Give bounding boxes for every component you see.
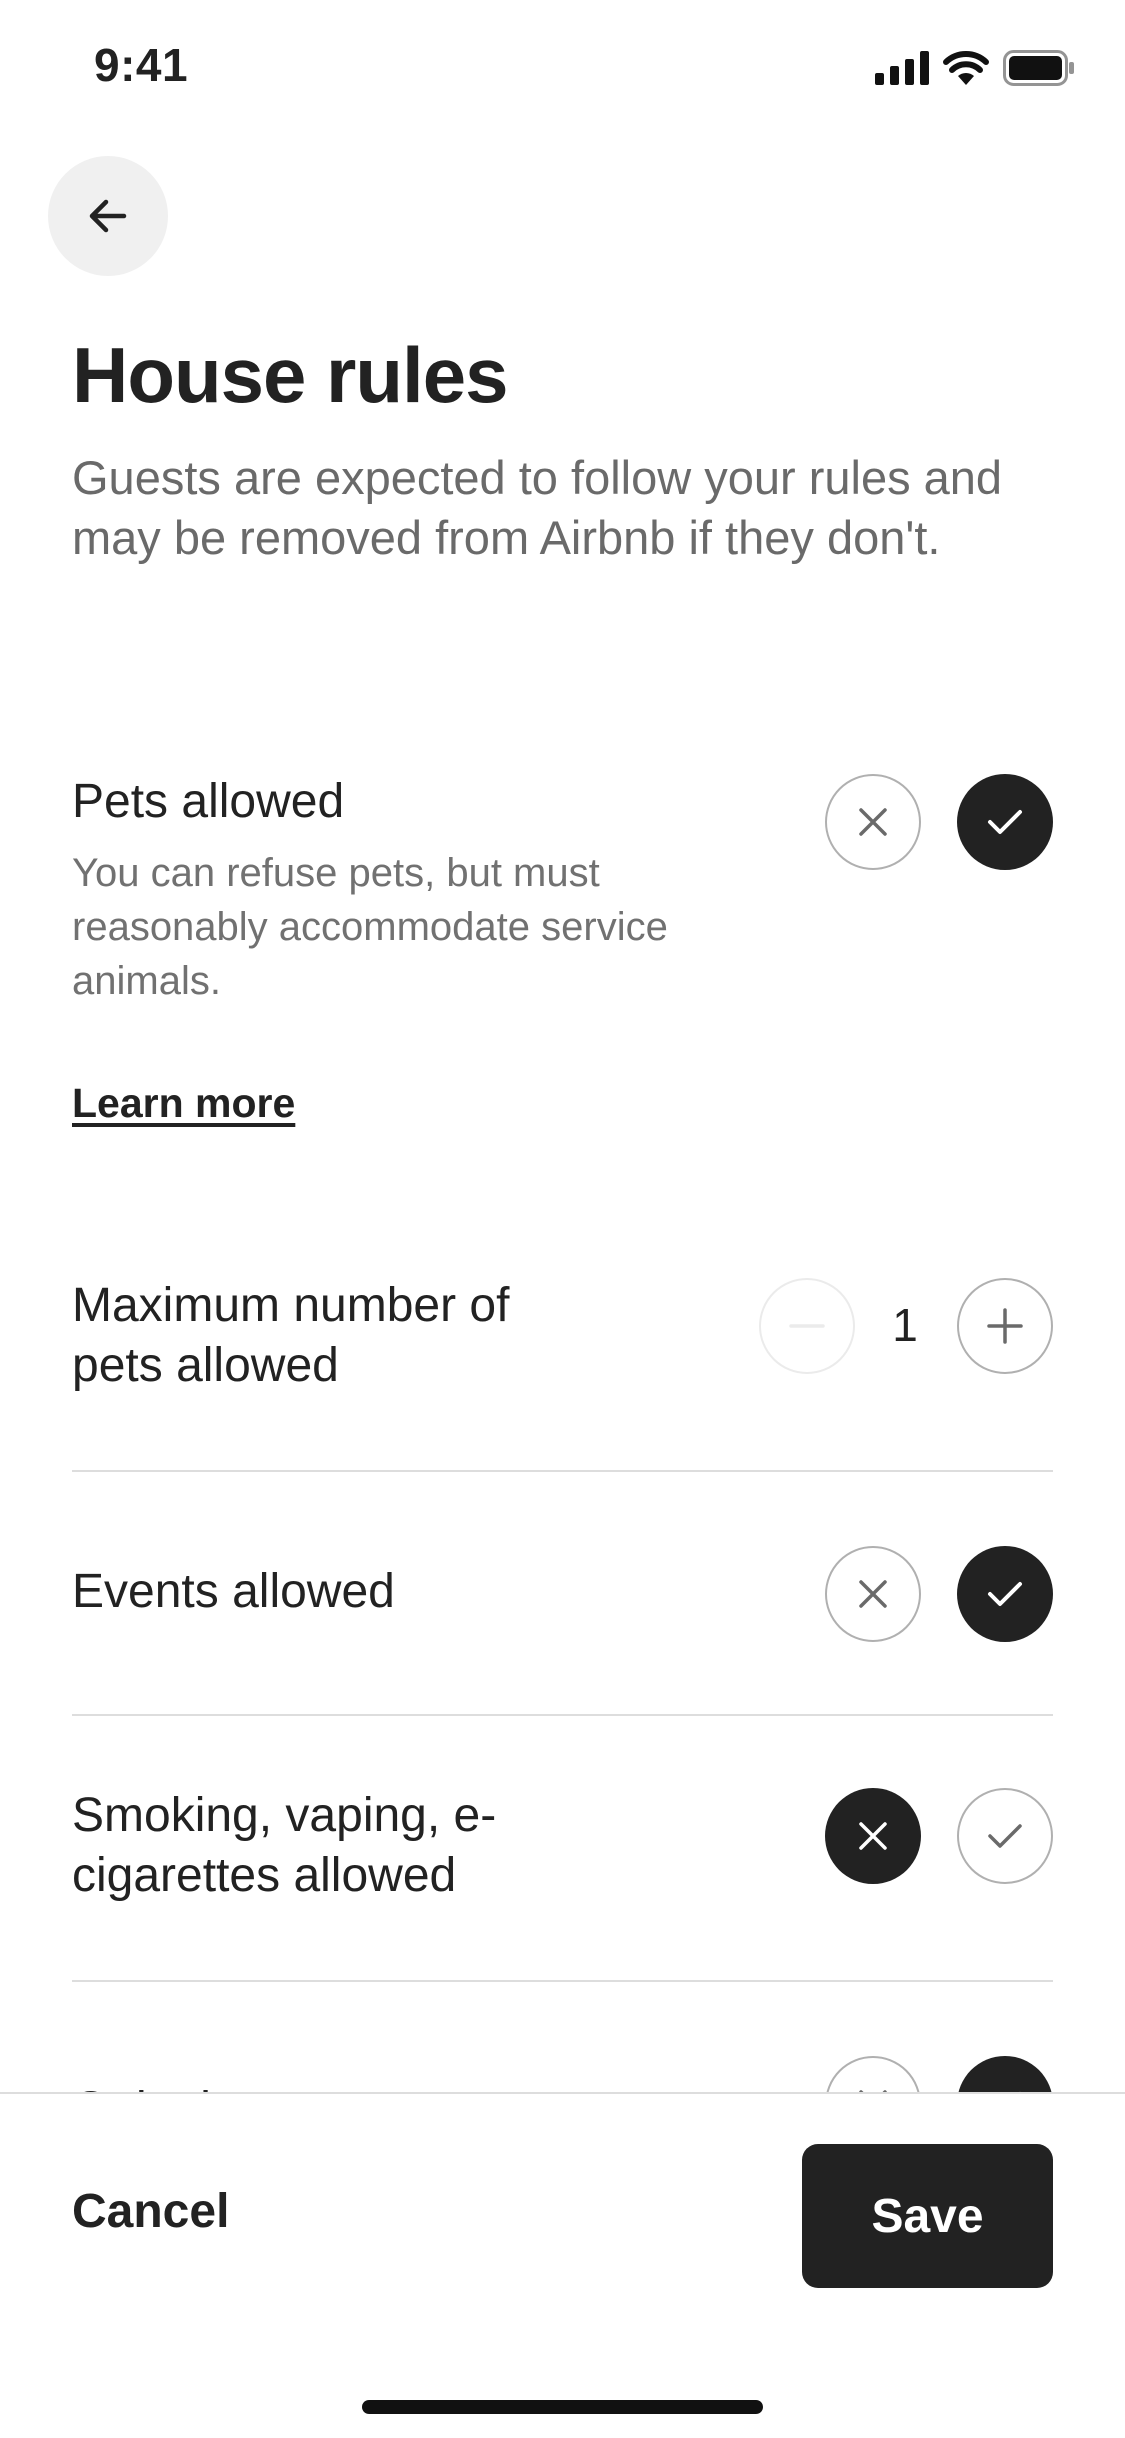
status-icons [875,50,1075,86]
smoking-yes-button[interactable] [957,1788,1053,1884]
pets-yes-button[interactable] [957,774,1053,870]
plus-icon [987,1308,1023,1344]
page-subtitle: Guests are expected to follow your rules… [72,451,1003,564]
divider [72,1714,1053,1716]
status-time: 9:41 [94,39,189,91]
learn-more-link[interactable]: Learn more [72,1080,295,1127]
x-icon [859,1822,887,1850]
pets-no-button[interactable] [825,774,921,870]
cellular-signal-icon [875,51,929,85]
divider [72,1980,1053,1982]
smoking-allowed-label: Smoking, vaping, e-cigarettes allowed [72,1789,497,1902]
footer-bar: Cancel Save [0,2092,1125,2438]
page-title: House rules [72,331,508,419]
home-indicator [362,2400,763,2414]
wifi-icon [943,51,989,85]
events-allowed-label: Events allowed [72,1565,395,1618]
max-pets-label: Maximum number of pets allowed [72,1279,510,1392]
x-icon [859,808,887,836]
pets-allowed-description: You can refuse pets, but must reasonably… [72,851,668,1003]
check-icon [988,810,1022,834]
x-icon [859,1580,887,1608]
divider [72,1470,1053,1472]
back-button[interactable] [48,156,168,276]
cancel-button[interactable]: Cancel [72,2184,229,2239]
arrow-left-icon [89,199,127,233]
save-button[interactable]: Save [802,2144,1053,2288]
events-no-button[interactable] [825,1546,921,1642]
decrement-button[interactable] [759,1278,855,1374]
events-yes-button[interactable] [957,1546,1053,1642]
minus-icon [789,1324,825,1328]
check-icon [988,1824,1022,1848]
check-icon [988,1582,1022,1606]
pets-allowed-label: Pets allowed [72,775,345,828]
status-bar: 9:41 [0,0,1125,140]
increment-button[interactable] [957,1278,1053,1374]
battery-icon [1003,50,1074,86]
max-pets-value: 1 [892,1299,918,1351]
smoking-no-button[interactable] [825,1788,921,1884]
